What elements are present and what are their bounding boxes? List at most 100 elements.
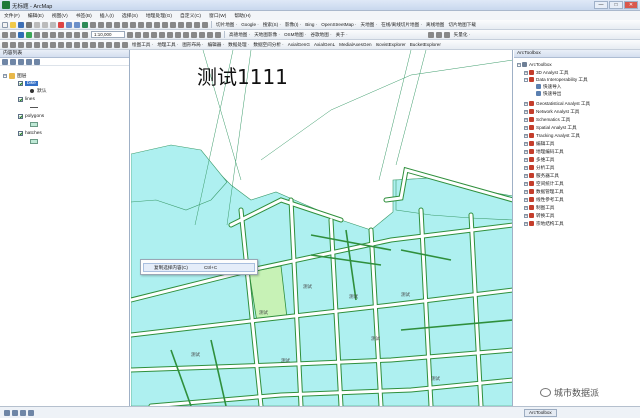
- tool-icon-9[interactable]: [154, 21, 160, 28]
- layer-row-hatches[interactable]: hatches: [18, 130, 42, 137]
- toolbox-item[interactable]: + Network Analyst 工具: [524, 108, 579, 115]
- tianditu-imagery-menu[interactable]: 天地图影像 ·: [254, 32, 280, 38]
- expand-icon[interactable]: +: [524, 133, 528, 138]
- minimize-button[interactable]: —: [594, 1, 608, 9]
- menu-file[interactable]: 文件(F): [4, 12, 20, 19]
- tool-icon-23[interactable]: [183, 31, 189, 38]
- tool-icon-20[interactable]: [159, 31, 165, 38]
- undo-icon[interactable]: [66, 21, 72, 28]
- select-icon[interactable]: [50, 31, 56, 38]
- identify-icon[interactable]: [58, 31, 64, 38]
- tile-download-button[interactable]: 切片地图下载: [448, 22, 476, 28]
- expand-icon[interactable]: +: [524, 141, 528, 146]
- tool-icon-8[interactable]: [146, 21, 152, 28]
- drawing-tools-menu[interactable]: 绘图工具 ·: [132, 42, 153, 48]
- tool-icon-14[interactable]: [194, 21, 200, 28]
- tool-icon-28[interactable]: [427, 31, 434, 38]
- tool-icon-46[interactable]: [122, 41, 128, 48]
- medialaxesgen-button[interactable]: MedialAxesGen: [339, 42, 371, 47]
- menu-insert[interactable]: 插入(I): [100, 12, 114, 19]
- expand-icon[interactable]: +: [524, 173, 528, 178]
- tool-icon-16[interactable]: [127, 31, 133, 38]
- offline-map-button[interactable]: 离线地图: [426, 22, 444, 28]
- delete-icon[interactable]: [58, 21, 64, 28]
- tool-icon-4[interactable]: [114, 21, 120, 28]
- menu-customize[interactable]: 自定义(C): [180, 12, 201, 19]
- layer-name[interactable]: polygons: [25, 114, 44, 119]
- tool-icon-38[interactable]: [58, 41, 64, 48]
- tool-icon-34[interactable]: [26, 41, 32, 48]
- toolbox-item[interactable]: + 分析工具: [524, 164, 554, 171]
- tool-icon-44[interactable]: [106, 41, 112, 48]
- tool-icon-18[interactable]: [143, 31, 149, 38]
- tool-icon-3[interactable]: [106, 21, 112, 28]
- google-menu[interactable]: Google ·: [241, 22, 259, 27]
- layer-visibility-checkbox[interactable]: [18, 97, 23, 102]
- copy-selection-menu-item[interactable]: 复制选择内容(C) Ctrl+C: [143, 263, 255, 272]
- toolbox-item[interactable]: + 宗地结构工具: [524, 220, 564, 227]
- paste-icon[interactable]: [50, 21, 56, 28]
- tool-icon-31[interactable]: [2, 41, 8, 48]
- tool-icon-15[interactable]: [202, 21, 208, 28]
- graphic-layout-menu[interactable]: 图形布局 ·: [182, 42, 203, 48]
- arctoolbox-tab[interactable]: ArcToolbox: [524, 408, 557, 417]
- axialgeng-button[interactable]: AxialGenG: [288, 42, 310, 47]
- expand-icon[interactable]: +: [524, 205, 528, 210]
- menu-geoprocessing[interactable]: 地理处理(G): [146, 12, 172, 19]
- expand-icon[interactable]: +: [524, 165, 528, 170]
- tool-icon-24[interactable]: [191, 31, 197, 38]
- new-document-icon[interactable]: [2, 21, 8, 28]
- tiled-map-menu[interactable]: 切片地图 ·: [216, 22, 237, 28]
- toolbox-item[interactable]: + Geostatistical Analyst 工具: [524, 100, 590, 107]
- toolbox-item[interactable]: − Data Interoperability 工具: [524, 76, 588, 83]
- pause-drawing-icon[interactable]: [28, 409, 34, 416]
- menu-windows[interactable]: 窗口(W): [209, 12, 226, 19]
- tool-icon-39[interactable]: [66, 41, 72, 48]
- tool-icon-45[interactable]: [114, 41, 120, 48]
- menu-help[interactable]: 帮助(H): [234, 12, 250, 19]
- list-by-visibility-icon[interactable]: [18, 58, 24, 65]
- menu-view[interactable]: 视图(V): [52, 12, 68, 19]
- find-icon[interactable]: [66, 31, 72, 38]
- cut-icon[interactable]: [34, 21, 40, 28]
- toolbox-item[interactable]: + 制图工具: [524, 204, 554, 211]
- zoom-out-icon[interactable]: [10, 31, 16, 38]
- expand-icon[interactable]: +: [524, 213, 528, 218]
- full-extent-icon[interactable]: [26, 31, 32, 38]
- pan-icon[interactable]: [18, 31, 24, 38]
- tool-icon-21[interactable]: [167, 31, 173, 38]
- search-menu[interactable]: 搜索(S) ·: [263, 22, 281, 28]
- vectorize-menu[interactable]: 矢量化 ·: [454, 32, 471, 38]
- tool-icon-40[interactable]: [74, 41, 80, 48]
- toolbox-item[interactable]: + 多维工具: [524, 156, 554, 163]
- layer-row-lines[interactable]: lines: [18, 96, 35, 103]
- tool-icon-33[interactable]: [18, 41, 24, 48]
- toolbox-item[interactable]: + 编辑工具: [524, 140, 554, 147]
- toolbox-root[interactable]: − ArcToolbox: [517, 61, 552, 68]
- forward-icon[interactable]: [42, 31, 48, 38]
- expand-icon[interactable]: +: [524, 125, 528, 130]
- tool-icon-29[interactable]: [435, 31, 442, 38]
- collapse-icon[interactable]: −: [517, 62, 521, 67]
- tool-icon-43[interactable]: [98, 41, 104, 48]
- online-offline-menu[interactable]: 在线/离线切片地图 ·: [381, 22, 422, 28]
- map-view[interactable]: 测试1111 测试 测试 测试 测试 测试 测试 测试 测试: [131, 50, 513, 406]
- tool-icon-42[interactable]: [90, 41, 96, 48]
- zoom-in-icon[interactable]: [2, 31, 8, 38]
- google-map-menu[interactable]: 谷歌地图 ·: [310, 32, 331, 38]
- close-button[interactable]: ✕: [624, 1, 638, 9]
- layer-name[interactable]: hatches: [25, 131, 42, 136]
- maximize-button[interactable]: □: [609, 1, 623, 9]
- toolbox-item[interactable]: + Schematics 工具: [524, 116, 570, 123]
- expand-icon[interactable]: +: [524, 149, 528, 154]
- data-view-icon[interactable]: [12, 409, 18, 416]
- tool-icon-36[interactable]: [42, 41, 48, 48]
- tool-icon-5[interactable]: [122, 21, 128, 28]
- redo-icon[interactable]: [74, 21, 80, 28]
- tool-icon-25[interactable]: [199, 31, 205, 38]
- tianditu-menu[interactable]: 天地图 ·: [361, 22, 378, 28]
- expand-icon[interactable]: +: [524, 189, 528, 194]
- layout-view-icon[interactable]: [4, 409, 10, 416]
- tool-icon-7[interactable]: [138, 21, 144, 28]
- tool-icon-2[interactable]: [98, 21, 104, 28]
